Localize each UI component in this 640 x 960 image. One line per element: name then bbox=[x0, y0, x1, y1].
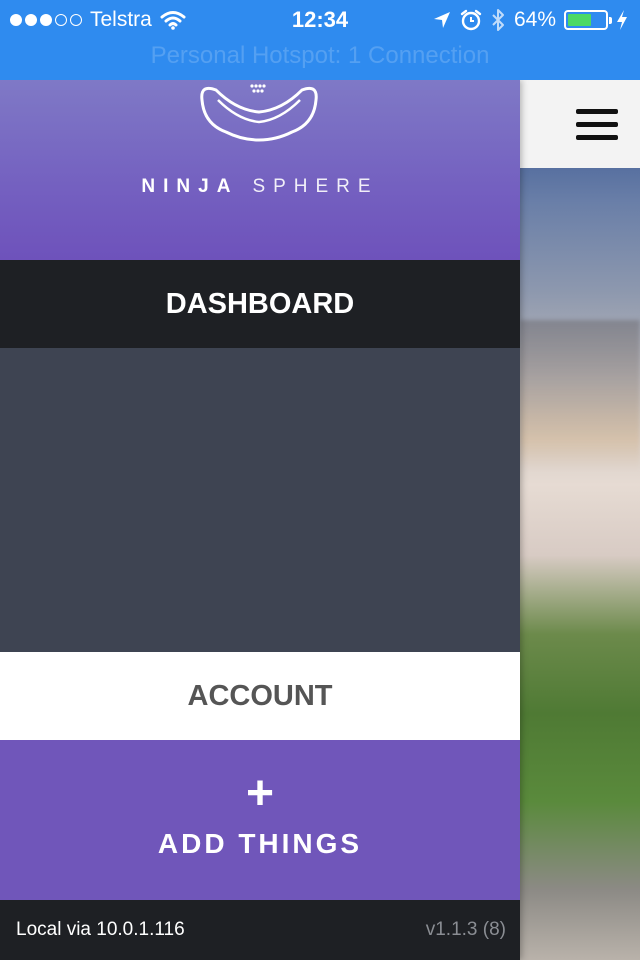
brand-wordmark: NINJA SPHERE bbox=[0, 176, 520, 198]
signal-strength-icon bbox=[10, 14, 82, 26]
battery-icon bbox=[564, 10, 612, 30]
background-house-blur bbox=[520, 320, 640, 470]
nav-item-account[interactable]: ACCOUNT bbox=[0, 652, 520, 740]
menu-toggle-button[interactable] bbox=[520, 80, 640, 168]
location-arrow-icon bbox=[433, 12, 450, 28]
charging-bolt-icon bbox=[617, 10, 627, 30]
hamburger-icon bbox=[576, 108, 618, 140]
battery-level-fill bbox=[568, 14, 592, 26]
carrier-label: Telstra bbox=[90, 8, 152, 31]
connection-footer: Local via 10.0.1.116 v1.1.3 (8) bbox=[0, 900, 520, 960]
hotspot-banner[interactable]: Personal Hotspot: 1 Connection bbox=[0, 42, 640, 70]
brand-word-ninja: NINJA bbox=[141, 176, 239, 197]
add-things-button[interactable]: + ADD THINGS bbox=[0, 740, 520, 900]
ninja-sphere-logo-icon bbox=[200, 84, 318, 142]
drawer-header: NINJA SPHERE bbox=[0, 80, 520, 260]
drawer-empty-area bbox=[0, 348, 520, 652]
connection-status: Local via 10.0.1.116 bbox=[16, 919, 185, 940]
navigation-drawer: NINJA SPHERE DASHBOARD ACCOUNT + ADD THIN… bbox=[0, 80, 520, 960]
status-bar: Telstra 64% 12:34 Personal Hotspot: 1 Co… bbox=[0, 0, 640, 80]
alarm-icon bbox=[460, 9, 482, 31]
plus-icon: + bbox=[245, 767, 275, 820]
bluetooth-icon bbox=[492, 9, 504, 31]
battery-percent: 64% bbox=[513, 8, 556, 31]
wifi-icon bbox=[160, 11, 186, 30]
app-version: v1.1.3 (8) bbox=[425, 919, 506, 940]
nav-item-dashboard[interactable]: DASHBOARD bbox=[0, 260, 520, 348]
brand-word-sphere: SPHERE bbox=[252, 176, 379, 197]
add-things-label: ADD THINGS bbox=[157, 828, 363, 859]
background-photo bbox=[520, 80, 640, 960]
